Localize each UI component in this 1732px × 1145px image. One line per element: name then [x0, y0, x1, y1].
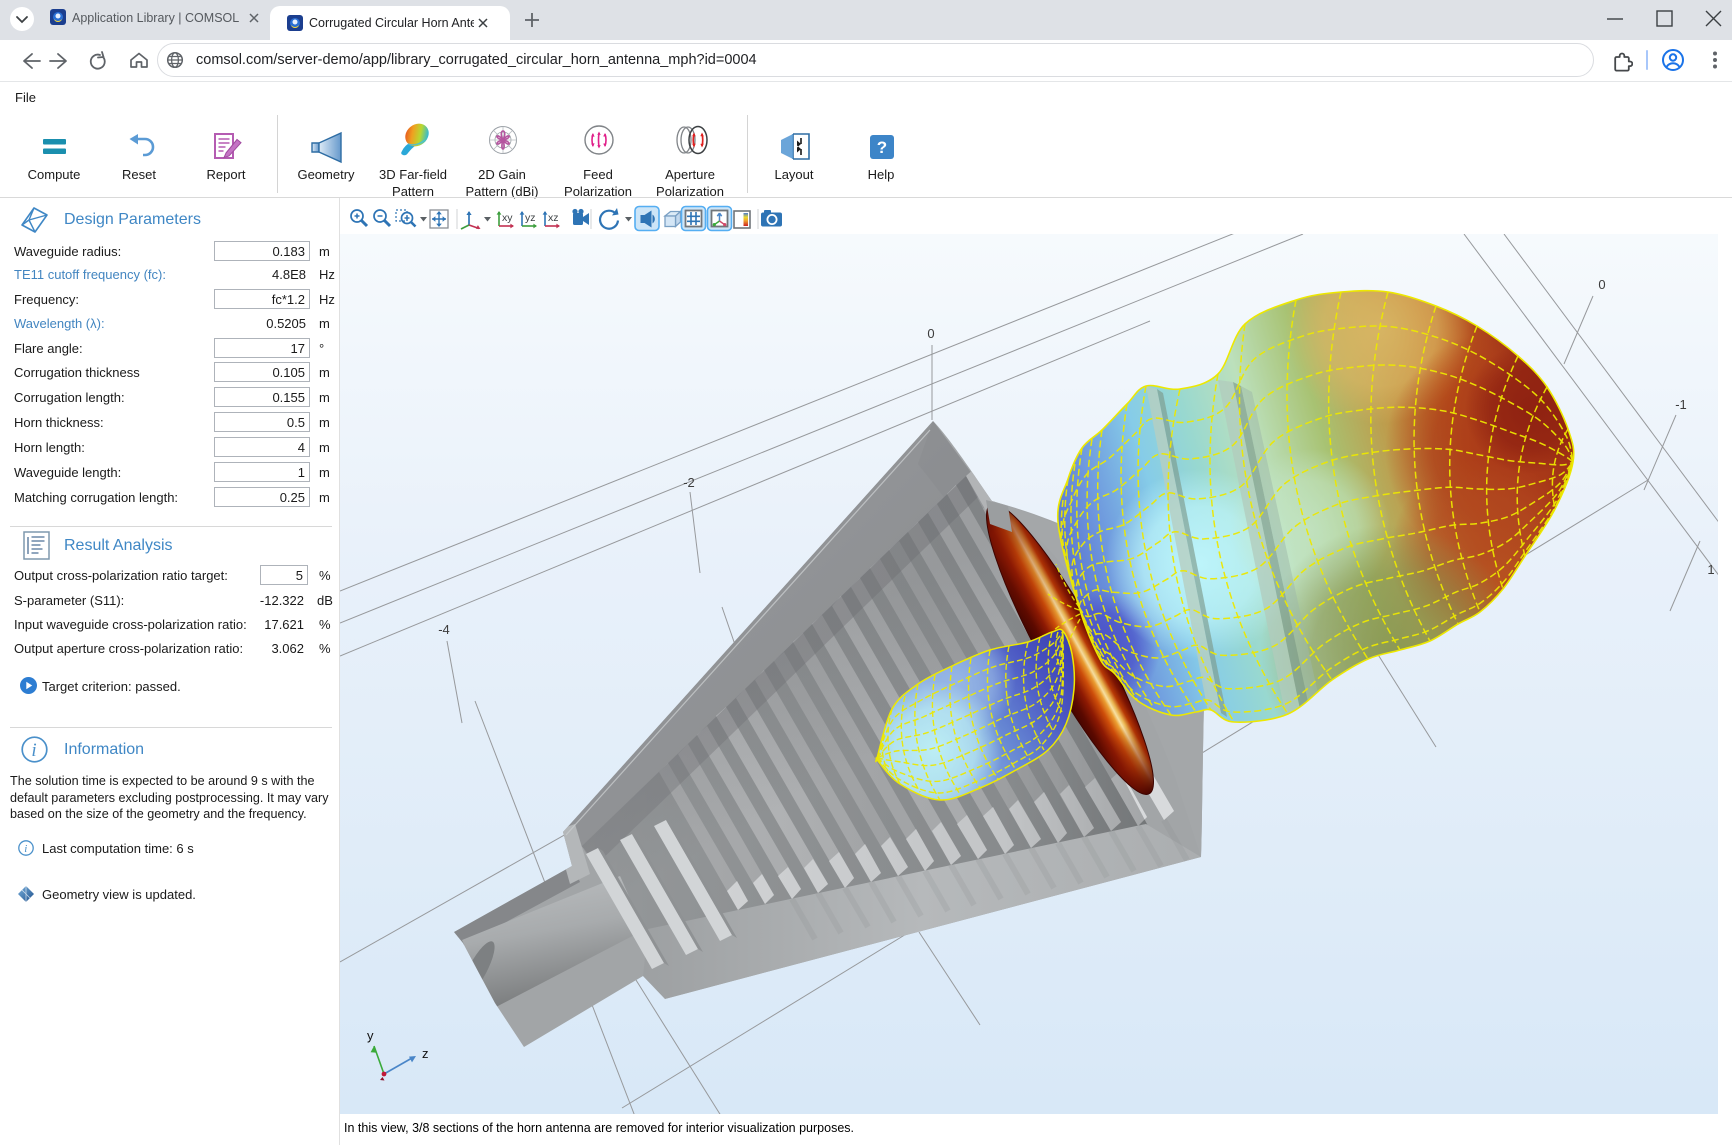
svg-text:y: y [367, 1028, 374, 1043]
svg-text:-1: -1 [1675, 397, 1687, 412]
svg-text:yz: yz [525, 212, 536, 224]
svg-text:i: i [31, 740, 36, 761]
svg-text:?: ? [877, 138, 887, 157]
svg-text:-4: -4 [438, 622, 450, 637]
svg-text:xy: xy [502, 212, 513, 224]
svg-text:1: 1 [1707, 562, 1714, 577]
svg-text:i: i [24, 843, 27, 855]
svg-text:-2: -2 [683, 475, 695, 490]
svg-text:0: 0 [927, 326, 934, 341]
svg-text:xz: xz [548, 212, 559, 224]
svg-text:0: 0 [1598, 277, 1605, 292]
svg-text:z: z [422, 1046, 429, 1061]
